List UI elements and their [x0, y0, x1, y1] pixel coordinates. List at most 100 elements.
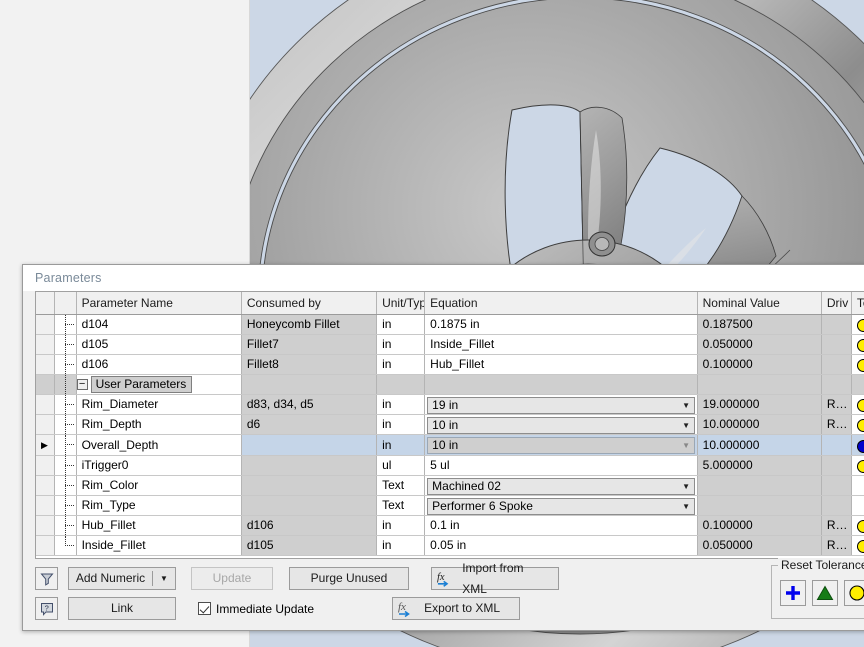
cell-equation[interactable]: 0.1 in: [425, 516, 697, 536]
row-selector[interactable]: [36, 516, 54, 536]
chevron-down-icon[interactable]: ▼: [153, 568, 175, 589]
cell-unit-type[interactable]: in: [377, 536, 425, 556]
cell-consumed-by[interactable]: Fillet7: [241, 335, 376, 355]
parameters-grid[interactable]: Parameter Name Consumed by Unit/Typ Equa…: [35, 291, 864, 559]
checkbox-checked-icon[interactable]: [198, 602, 211, 615]
column-header-select[interactable]: [36, 292, 54, 315]
row-selector[interactable]: [36, 335, 54, 355]
link-button[interactable]: Link: [68, 597, 176, 620]
cell-parameter-name[interactable]: −User Parameters: [76, 375, 241, 395]
cell-consumed-by[interactable]: [241, 476, 376, 496]
row-selector[interactable]: [36, 355, 54, 375]
cell-equation[interactable]: Machined 02▼: [425, 476, 697, 496]
column-header-equation[interactable]: Equation: [425, 292, 697, 315]
row-selector[interactable]: [36, 395, 54, 415]
column-header-driv[interactable]: Driv: [821, 292, 851, 315]
row-selector[interactable]: [36, 496, 54, 516]
cell-tolerance[interactable]: [851, 516, 864, 536]
tree-collapse-icon[interactable]: −: [77, 379, 88, 390]
cell-parameter-name[interactable]: Rim_Diameter: [76, 395, 241, 415]
table-row[interactable]: d104Honeycomb Filletin0.1875 in0.187500: [36, 315, 864, 335]
reset-tolerance-circle-button[interactable]: [844, 580, 864, 606]
immediate-update-checkbox[interactable]: Immediate Update: [198, 602, 314, 616]
cell-unit-type[interactable]: in: [377, 335, 425, 355]
chevron-down-icon[interactable]: ▼: [679, 499, 694, 514]
equation-dropdown[interactable]: Performer 6 Spoke▼: [427, 498, 694, 515]
column-header-unit-type[interactable]: Unit/Typ: [377, 292, 425, 315]
row-selector[interactable]: [36, 415, 54, 435]
cell-equation[interactable]: 0.1875 in: [425, 315, 697, 335]
row-selector[interactable]: [36, 315, 54, 335]
cell-equation[interactable]: 5 ul: [425, 456, 697, 476]
cell-consumed-by[interactable]: Honeycomb Fillet: [241, 315, 376, 335]
cell-equation[interactable]: Hub_Fillet: [425, 355, 697, 375]
cell-tolerance[interactable]: [851, 335, 864, 355]
table-row[interactable]: Inside_Filletd105in0.05 in0.050000R…: [36, 536, 864, 556]
cell-parameter-name[interactable]: Rim_Depth: [76, 415, 241, 435]
cell-tolerance[interactable]: [851, 415, 864, 435]
cell-tolerance[interactable]: [851, 456, 864, 476]
cell-tolerance[interactable]: [851, 395, 864, 415]
chevron-down-icon[interactable]: ▼: [679, 479, 694, 494]
reset-tolerance-plus-button[interactable]: [780, 580, 806, 606]
cell-parameter-name[interactable]: Hub_Fillet: [76, 516, 241, 536]
row-selector[interactable]: [36, 476, 54, 496]
cell-consumed-by[interactable]: d105: [241, 536, 376, 556]
export-to-xml-button[interactable]: fx Export to XML: [392, 597, 520, 620]
cell-consumed-by[interactable]: [241, 456, 376, 476]
column-header-parameter-name[interactable]: Parameter Name: [76, 292, 241, 315]
cell-consumed-by[interactable]: [241, 496, 376, 516]
cell-consumed-by[interactable]: d83, d34, d5: [241, 395, 376, 415]
cell-parameter-name[interactable]: Overall_Depth: [76, 435, 241, 456]
filter-button[interactable]: [35, 567, 58, 590]
cell-unit-type[interactable]: Text: [377, 476, 425, 496]
cell-consumed-by[interactable]: d6: [241, 415, 376, 435]
add-numeric-button[interactable]: Add Numeric ▼: [68, 567, 176, 590]
table-row[interactable]: Rim_TypeTextPerformer 6 Spoke▼: [36, 496, 864, 516]
column-header-tree[interactable]: [54, 292, 76, 315]
row-selector[interactable]: [36, 375, 54, 395]
cell-parameter-name[interactable]: Inside_Fillet: [76, 536, 241, 556]
table-row[interactable]: d105Fillet7inInside_Fillet0.050000: [36, 335, 864, 355]
cell-equation[interactable]: [425, 375, 697, 395]
table-row-group[interactable]: −User Parameters: [36, 375, 864, 395]
equation-dropdown[interactable]: 19 in▼: [427, 397, 694, 414]
cell-equation[interactable]: Inside_Fillet: [425, 335, 697, 355]
cell-tolerance[interactable]: [851, 435, 864, 456]
cell-consumed-by[interactable]: [241, 435, 376, 456]
chevron-down-icon[interactable]: ▼: [679, 438, 694, 453]
column-header-tol[interactable]: Tol.: [851, 292, 864, 315]
cell-parameter-name[interactable]: d104: [76, 315, 241, 335]
import-from-xml-button[interactable]: fx Import from XML: [431, 567, 559, 590]
row-selector[interactable]: [36, 456, 54, 476]
cell-unit-type[interactable]: [377, 375, 425, 395]
cell-equation[interactable]: 0.05 in: [425, 536, 697, 556]
cell-parameter-name[interactable]: Rim_Color: [76, 476, 241, 496]
cell-equation[interactable]: 19 in▼: [425, 395, 697, 415]
column-header-consumed-by[interactable]: Consumed by: [241, 292, 376, 315]
cell-unit-type[interactable]: in: [377, 315, 425, 335]
table-row[interactable]: d106Fillet8inHub_Fillet0.100000: [36, 355, 864, 375]
cell-consumed-by[interactable]: d106: [241, 516, 376, 536]
table-row[interactable]: Rim_Diameterd83, d34, d5in19 in▼19.00000…: [36, 395, 864, 415]
cell-consumed-by[interactable]: [241, 375, 376, 395]
reset-tolerance-triangle-button[interactable]: [812, 580, 838, 606]
cell-unit-type[interactable]: in: [377, 516, 425, 536]
cell-tolerance[interactable]: [851, 536, 864, 556]
chevron-down-icon[interactable]: ▼: [679, 398, 694, 413]
cell-unit-type[interactable]: in: [377, 395, 425, 415]
equation-dropdown[interactable]: Machined 02▼: [427, 478, 694, 495]
column-header-nominal-value[interactable]: Nominal Value: [697, 292, 821, 315]
chevron-down-icon[interactable]: ▼: [679, 418, 694, 433]
cell-unit-type[interactable]: in: [377, 355, 425, 375]
cell-tolerance[interactable]: [851, 496, 864, 516]
update-button[interactable]: Update: [191, 567, 273, 590]
cell-tolerance[interactable]: [851, 315, 864, 335]
cell-equation[interactable]: Performer 6 Spoke▼: [425, 496, 697, 516]
cell-unit-type[interactable]: ul: [377, 456, 425, 476]
cell-unit-type[interactable]: in: [377, 435, 425, 456]
cell-parameter-name[interactable]: Rim_Type: [76, 496, 241, 516]
cell-tolerance[interactable]: [851, 355, 864, 375]
cell-equation[interactable]: 10 in▼: [425, 435, 697, 456]
cell-tolerance[interactable]: [851, 476, 864, 496]
